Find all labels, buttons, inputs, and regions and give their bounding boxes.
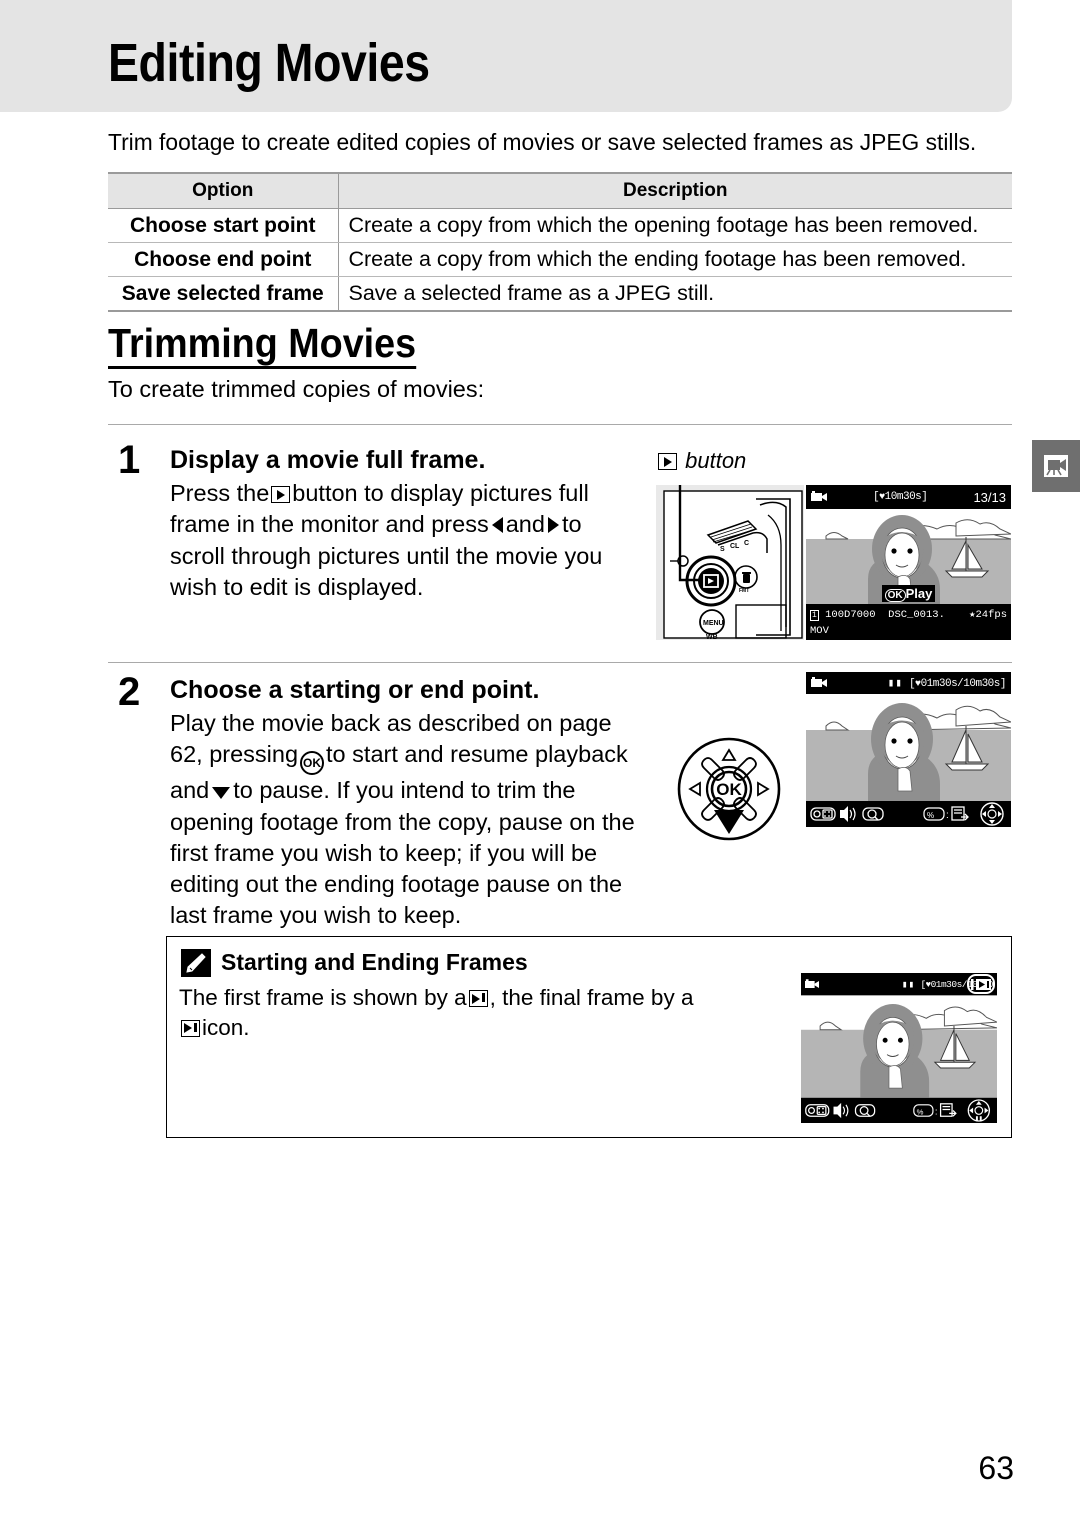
svg-text:S: S <box>720 546 725 553</box>
scene-svg <box>806 694 1011 801</box>
svg-text:FMT: FMT <box>739 588 749 594</box>
table-header-row: Option Description <box>108 172 1012 209</box>
option-description: Save a selected frame as a JPEG still. <box>338 276 1012 312</box>
step-1-title: Display a movie full frame. <box>170 446 486 474</box>
lcd-screen-playback: [♥10m30s] 13/13 OK Play 1 100D7000 DSC_0… <box>806 485 1011 640</box>
playback-button-caption: button <box>656 448 746 474</box>
camera-body-illustration: S CL C FMT MENU WB <box>656 485 804 640</box>
option-name: Choose start point <box>108 208 339 243</box>
column-header-option: Option <box>108 172 339 209</box>
option-table: Option Description Choose start point Cr… <box>108 172 1012 312</box>
note-box-starting-ending-frames: Starting and Ending Frames The first fra… <box>166 936 1012 1138</box>
lcd-screen-start-marker: ▮▮ [♥01m30s/10m30 %: <box>801 973 997 1123</box>
lcd-bottom-controls: % : <box>801 1098 997 1123</box>
first-frame-marker-icon <box>967 974 995 994</box>
table-row: Choose end point Create a copy from whic… <box>108 242 1012 277</box>
pause-icon: ▮▮ <box>887 678 903 690</box>
svg-text::: : <box>935 1106 938 1117</box>
option-name: Choose end point <box>108 242 339 277</box>
step-1-text-c: and <box>505 511 545 538</box>
lcd-scene-image <box>801 995 997 1098</box>
column-header-description: Description <box>338 172 1012 209</box>
pencil-icon <box>181 949 211 977</box>
lcd-top-bar: ▮▮ [♥01m30s/10m30 <box>801 973 997 995</box>
svg-text:%: % <box>927 811 934 820</box>
lcd-control-icons: % : <box>806 801 1011 827</box>
note-text-b: , the final frame by a <box>489 985 694 1010</box>
step-1-number: 1 <box>118 438 141 482</box>
divider-step-2 <box>108 662 1012 663</box>
section-subtitle: To create trimmed copies of movies: <box>108 376 485 402</box>
section-heading: Trimming Movies <box>108 321 417 370</box>
movie-mode-icon <box>811 677 827 687</box>
caption-label: button <box>685 448 747 473</box>
step-1-body: Press the button to display pictures full… <box>170 478 620 603</box>
intro-paragraph: Trim footage to create edited copies of … <box>108 129 977 155</box>
lcd-pause-duration: ▮▮ [♥01m30s/10m30s] <box>887 678 1007 690</box>
lcd-top-bar: ▮▮ [♥01m30s/10m30s] <box>806 672 1011 694</box>
playback-button-icon <box>271 486 291 503</box>
lcd-ok-label: Play <box>905 586 933 601</box>
movie-mode-icon <box>811 491 827 501</box>
note-title: Starting and Ending Frames <box>221 949 528 975</box>
lcd-duration: [♥10m30s] <box>873 491 928 503</box>
step-1-text-a: Press the <box>170 480 270 506</box>
step-2-title: Choose a starting or end point. <box>170 676 540 704</box>
step-2-number: 2 <box>118 670 141 714</box>
first-frame-icon <box>468 990 488 1007</box>
movie-mode-icon <box>805 978 819 988</box>
note-body: The first frame is shown by a , the final… <box>179 983 699 1042</box>
left-arrow-icon <box>491 517 503 534</box>
page-title: Editing Movies <box>108 33 430 93</box>
page-number: 63 <box>978 1450 1014 1486</box>
step-2-body: Play the movie back as described on page… <box>170 708 650 932</box>
lcd-bottom-info: 1 100D7000 DSC_0013. MOV ★24fps 15/04/20… <box>806 606 1011 640</box>
lcd-scene-image <box>806 694 1011 801</box>
pause-icon: ▮▮ <box>901 978 916 990</box>
note-text-a: The first frame is shown by a <box>179 985 467 1010</box>
ok-button-icon: OK <box>300 751 325 776</box>
lcd-framerate: ★24fps <box>969 609 1007 621</box>
side-tab-movie <box>1032 440 1080 492</box>
option-description: Create a copy from which the ending foot… <box>338 242 1012 277</box>
svg-text:CL: CL <box>730 543 740 550</box>
lcd-folder-file: 1 100D7000 DSC_0013. MOV <box>810 609 945 638</box>
step-2-text-c: to pause. If you intend to trim the open… <box>170 777 635 929</box>
svg-text:%: % <box>917 1107 924 1116</box>
note-text-c: icon. <box>202 1014 250 1040</box>
option-description: Create a copy from which the opening foo… <box>338 208 1012 243</box>
svg-text:WB: WB <box>706 634 718 640</box>
first-frame-icon-svg <box>971 978 991 990</box>
lcd-frame-counter: 13/13 <box>973 489 1006 505</box>
pencil-icon-svg <box>181 949 211 977</box>
last-frame-icon <box>181 1019 200 1037</box>
down-arrow-icon <box>212 787 231 800</box>
multi-selector-svg: OK <box>677 737 781 841</box>
camera-svg: S CL C FMT MENU WB <box>656 485 804 640</box>
playback-button-icon <box>658 453 677 470</box>
table-row: Choose start point Create a copy from wh… <box>108 208 1012 243</box>
lcd-top-bar: [♥10m30s] 13/13 <box>806 485 1011 509</box>
lcd-ok-play-overlay: OK Play <box>806 585 1011 603</box>
lcd-control-icons: % : <box>801 1098 997 1123</box>
svg-text:MENU: MENU <box>703 620 724 627</box>
divider-step-1 <box>108 424 1012 425</box>
movie-camera-icon <box>1044 455 1068 477</box>
svg-text:OK: OK <box>716 780 742 799</box>
multi-selector-illustration: OK <box>676 736 782 842</box>
lcd-bottom-controls: % : <box>806 801 1011 827</box>
right-arrow-icon <box>547 517 559 534</box>
svg-text::: : <box>946 810 949 821</box>
option-name: Save selected frame <box>108 276 339 312</box>
svg-text:C: C <box>744 540 749 547</box>
lcd-screen-paused: ▮▮ [♥01m30s/10m30s] %: <box>806 672 1011 827</box>
scene-svg <box>801 995 997 1098</box>
table-row: Save selected frame Save a selected fram… <box>108 276 1012 312</box>
